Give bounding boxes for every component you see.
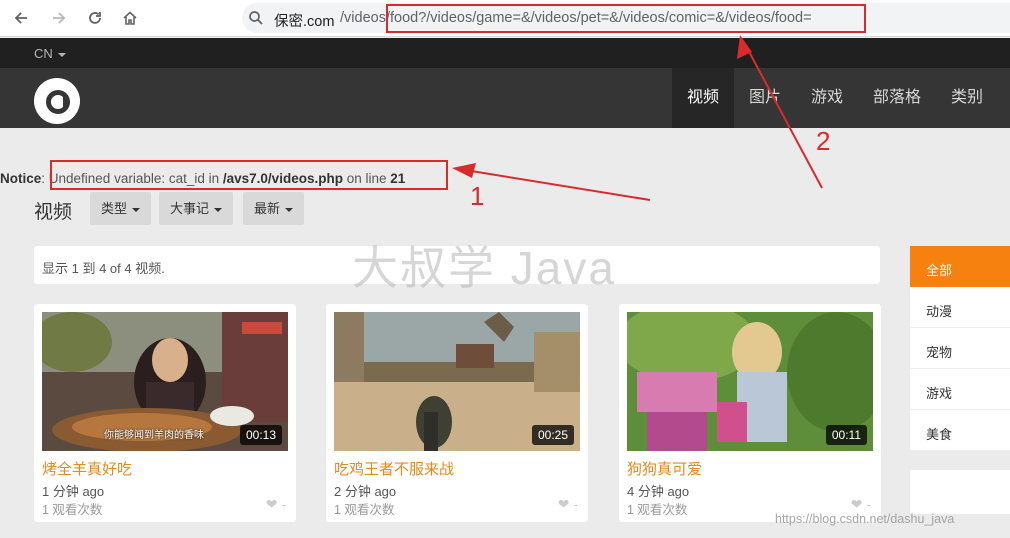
annotation-label-2: 2 <box>816 126 831 156</box>
annotation-arrows <box>452 35 823 201</box>
annotation-label-1: 1 <box>470 181 485 211</box>
